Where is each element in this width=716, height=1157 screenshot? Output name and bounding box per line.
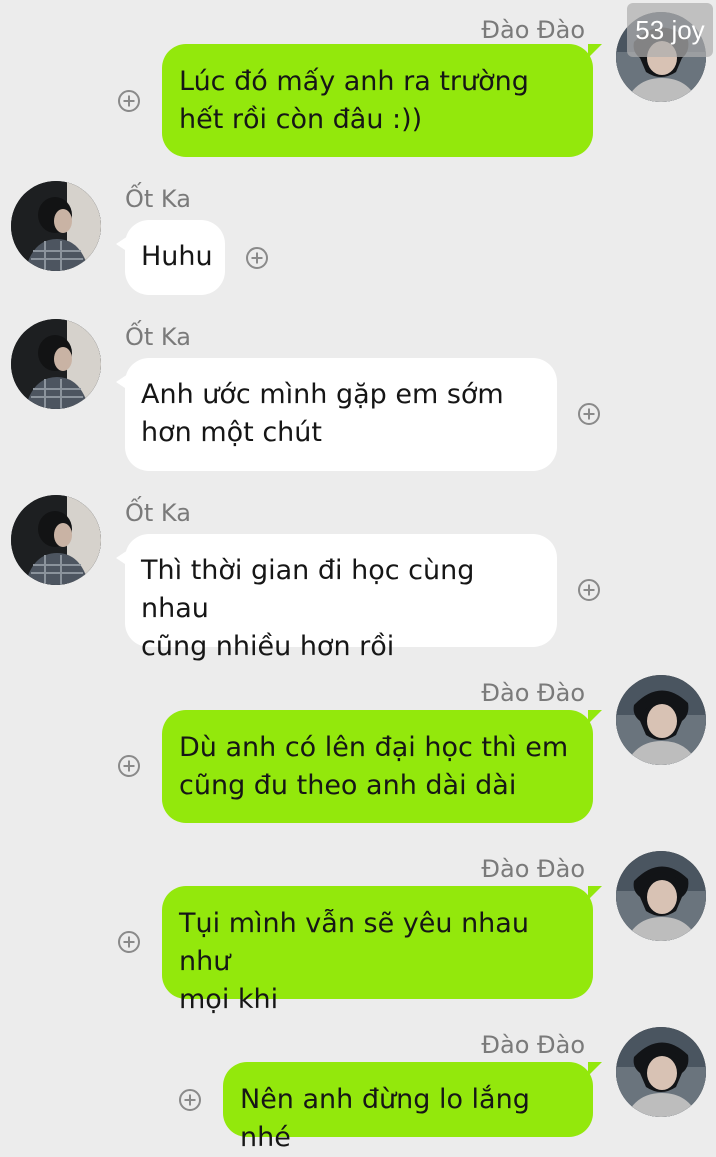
avatar-photo — [616, 1027, 706, 1117]
message-bubble[interactable]: Huhu — [116, 220, 225, 295]
message-bubble[interactable]: Dù anh có lên đại học thì em cũng đu the… — [162, 710, 602, 823]
avatar-photo — [616, 675, 706, 765]
avatar-dao-dao[interactable] — [616, 1027, 706, 1117]
avatar-ot-ka[interactable] — [11, 495, 101, 585]
avatar-photo — [11, 181, 101, 271]
sender-name: Đào Đào — [481, 855, 585, 883]
avatar-photo — [616, 851, 706, 941]
message-text: Dù anh có lên đại học thì em cũng đu the… — [179, 732, 569, 801]
add-reaction-icon[interactable] — [118, 90, 140, 112]
bubble-tail — [588, 44, 602, 58]
watermark-badge: 53 joy — [627, 3, 713, 57]
message-text: Tụi mình vẫn sẽ yêu nhau như mọi khi — [179, 908, 529, 1015]
message-bubble[interactable]: Tụi mình vẫn sẽ yêu nhau như mọi khi — [162, 886, 602, 1015]
message-bubble[interactable]: Nên anh đừng lo lắng nhé — [223, 1062, 602, 1153]
message-text: Anh ước mình gặp em sớm hơn một chút — [141, 379, 504, 448]
add-reaction-icon[interactable] — [118, 755, 140, 777]
chat-thread: Đào Đào Lúc đó mấy anh ra trường hết rồi… — [0, 0, 716, 1153]
add-reaction-icon[interactable] — [578, 579, 600, 601]
add-reaction-icon[interactable] — [246, 247, 268, 269]
sender-name: Ốt Ka — [125, 323, 191, 351]
message-text: Thì thời gian đi học cùng nhau cũng nhiề… — [141, 555, 475, 662]
sender-name: Ốt Ka — [125, 499, 191, 527]
bubble-tail — [116, 550, 128, 566]
message-text: Nên anh đừng lo lắng nhé — [240, 1084, 530, 1153]
bubble-tail — [116, 374, 128, 390]
avatar-photo — [11, 495, 101, 585]
avatar-ot-ka[interactable] — [11, 181, 101, 271]
bubble-tail — [588, 886, 602, 900]
avatar-ot-ka[interactable] — [11, 319, 101, 409]
add-reaction-icon[interactable] — [118, 931, 140, 953]
message-bubble[interactable]: Anh ước mình gặp em sớm hơn một chút — [116, 358, 557, 471]
avatar-photo — [11, 319, 101, 409]
avatar-dao-dao[interactable] — [616, 851, 706, 941]
sender-name: Đào Đào — [481, 679, 585, 707]
message-text: Lúc đó mấy anh ra trường hết rồi còn đâu… — [179, 66, 529, 135]
message-bubble[interactable]: Thì thời gian đi học cùng nhau cũng nhiề… — [116, 534, 557, 662]
bubble-tail — [588, 710, 602, 724]
bubble-tail — [588, 1062, 602, 1076]
bubble-tail — [116, 236, 128, 252]
message-bubble[interactable]: Lúc đó mấy anh ra trường hết rồi còn đâu… — [162, 44, 602, 157]
message-text: Huhu — [141, 241, 213, 272]
sender-name: Đào Đào — [481, 1031, 585, 1059]
sender-name: Ốt Ka — [125, 185, 191, 213]
add-reaction-icon[interactable] — [578, 403, 600, 425]
add-reaction-icon[interactable] — [179, 1089, 201, 1111]
sender-name: Đào Đào — [481, 16, 585, 44]
avatar-dao-dao[interactable] — [616, 675, 706, 765]
